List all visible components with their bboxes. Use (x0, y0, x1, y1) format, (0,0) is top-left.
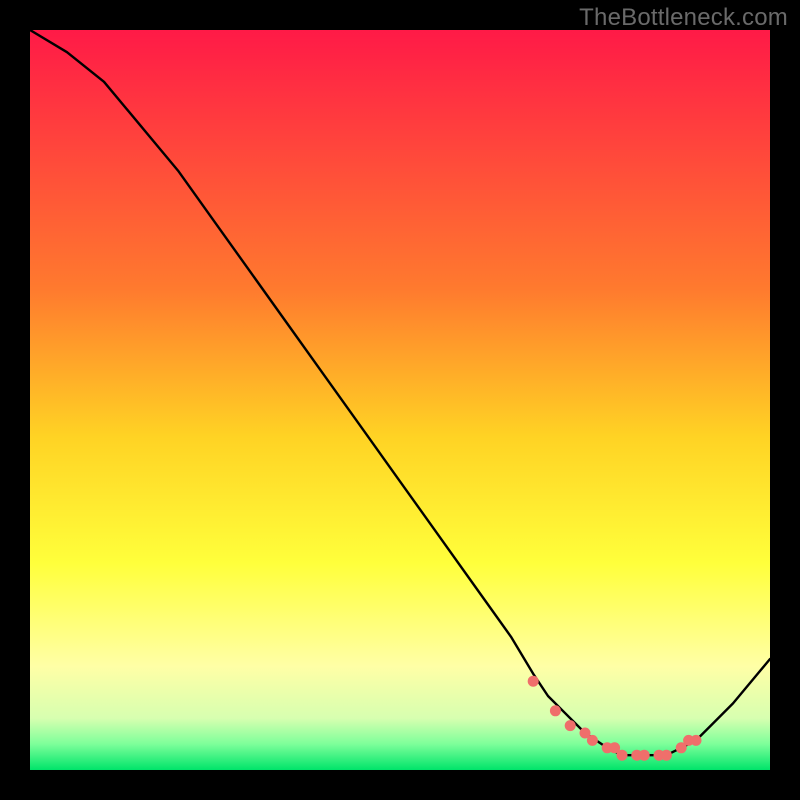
plot-area (30, 30, 770, 770)
background-gradient (30, 30, 770, 770)
watermark-text: TheBottleneck.com (579, 4, 788, 32)
chart-frame: TheBottleneck.com (0, 0, 800, 800)
